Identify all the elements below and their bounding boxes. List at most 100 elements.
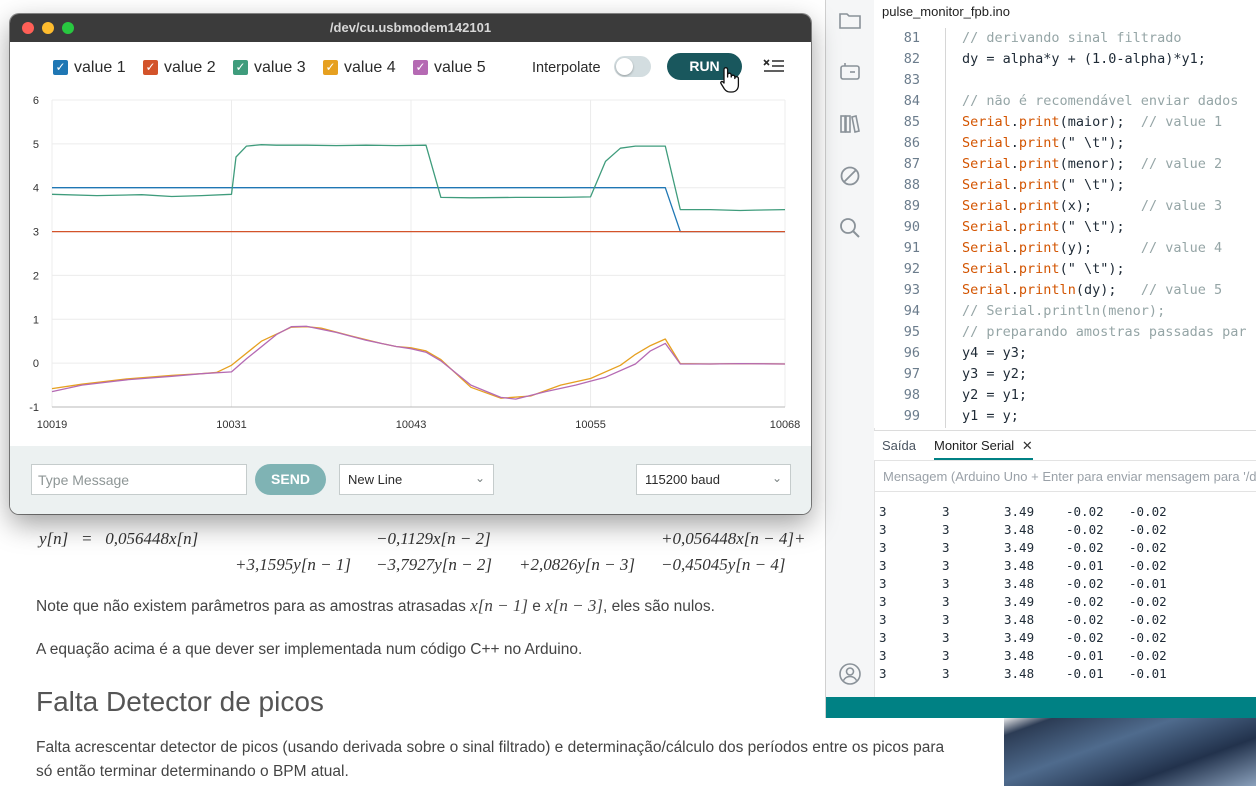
code-line[interactable]: 96 y4 = y3; xyxy=(874,343,1256,364)
code-token: (dy); xyxy=(1075,282,1141,298)
code-line[interactable]: 90 Serial.print(" \t"); xyxy=(874,217,1256,238)
code-token: Serial xyxy=(962,135,1011,151)
line-number: 97 xyxy=(903,366,920,382)
serial-value: 3 xyxy=(942,666,950,681)
tab-serial-monitor[interactable]: Monitor Serial ✕ xyxy=(934,438,1033,460)
equation-line-1-mid: −0,1129x[n − 2] xyxy=(376,529,491,548)
code-token: // preparando amostras passadas par xyxy=(962,324,1247,340)
search-icon[interactable] xyxy=(838,216,862,240)
code-token: (x); xyxy=(1059,198,1141,214)
code-line[interactable]: 82 dy = alpha*y + (1.0-alpha)*y1; xyxy=(874,49,1256,70)
serial-value: 3 xyxy=(879,504,887,519)
code-line[interactable]: 99 y1 = y; xyxy=(874,406,1256,427)
code-token: Serial xyxy=(962,240,1011,256)
note-text-c: , eles são nulos. xyxy=(602,598,715,615)
serial-value: 3 xyxy=(879,594,887,609)
interpolate-toggle[interactable] xyxy=(614,56,651,77)
checkbox-value-3[interactable]: ✓ xyxy=(233,60,248,75)
account-icon[interactable] xyxy=(838,662,862,686)
code-token: print xyxy=(1018,156,1060,172)
code-token: println xyxy=(1018,282,1076,298)
serial-value: 3 xyxy=(942,648,950,663)
serial-value: 3 xyxy=(879,558,887,573)
code-line[interactable]: 83 xyxy=(874,70,1256,91)
serial-value: 3.48 xyxy=(1004,576,1035,591)
serial-value: 3 xyxy=(879,648,887,663)
code-line[interactable]: 97 y3 = y2; xyxy=(874,364,1256,385)
code-token: print xyxy=(1018,198,1060,214)
code-token: print xyxy=(1018,240,1060,256)
equation-line-2-d: −0,45045y[n − 4] xyxy=(661,555,786,574)
code-token: . xyxy=(1010,240,1019,256)
code-token: . xyxy=(1010,135,1019,151)
code-line[interactable]: 84 // não é recomendável enviar dados xyxy=(874,91,1256,112)
file-tab[interactable]: pulse_monitor_fpb.ino xyxy=(874,0,1034,28)
code-line[interactable]: 88 Serial.print(" \t"); xyxy=(874,175,1256,196)
code-line[interactable]: 89 Serial.print(x); // value 3 xyxy=(874,196,1256,217)
serial-value: 3.48 xyxy=(1004,666,1035,681)
code-line[interactable]: 95 // preparando amostras passadas par xyxy=(874,322,1256,343)
line-number: 94 xyxy=(903,303,920,319)
line-number: 91 xyxy=(903,240,920,256)
code-line[interactable]: 92 Serial.print(" \t"); xyxy=(874,259,1256,280)
folder-icon[interactable] xyxy=(838,8,862,32)
serial-message-input[interactable]: Mensagem (Arduino Uno + Enter para envia… xyxy=(874,460,1256,492)
clear-list-icon[interactable] xyxy=(763,56,785,76)
y-tick-label: -1 xyxy=(29,402,39,414)
serial-value: -0.02 xyxy=(1129,558,1167,573)
board-icon[interactable] xyxy=(838,60,862,84)
code-token: print xyxy=(1018,177,1060,193)
code-line[interactable]: 93 Serial.println(dy); // value 5 xyxy=(874,280,1256,301)
code-line[interactable]: 85 Serial.print(maior); // value 1 xyxy=(874,112,1256,133)
line-number: 98 xyxy=(903,387,920,403)
y-tick-label: 6 xyxy=(33,95,39,107)
checkbox-value-2[interactable]: ✓ xyxy=(143,60,158,75)
code-line[interactable]: 81 // derivando sinal filtrado xyxy=(874,28,1256,49)
section-heading: Falta Detector de picos xyxy=(36,686,324,717)
send-button[interactable]: SEND xyxy=(255,464,326,495)
code-token: (y); xyxy=(1059,240,1141,256)
serial-value: -0.01 xyxy=(1066,648,1104,663)
serial-value: 3 xyxy=(879,522,887,537)
arduino-ide-window: pulse_monitor_fpb.ino 81 // derivando sin… xyxy=(825,0,1256,718)
close-icon[interactable]: ✕ xyxy=(1022,438,1033,453)
toggle-knob xyxy=(616,58,633,75)
checkbox-value-5[interactable]: ✓ xyxy=(413,60,428,75)
status-bar xyxy=(826,697,1256,718)
code-line[interactable]: 91 Serial.print(y); // value 4 xyxy=(874,238,1256,259)
series-line-value-4 xyxy=(51,326,786,399)
x-tick-label: 10031 xyxy=(216,419,247,431)
title-bar[interactable]: /dev/cu.usbmodem142101 xyxy=(10,14,811,42)
code-token: y3 = y2; xyxy=(962,366,1028,382)
tab-serial-monitor-label: Monitor Serial xyxy=(934,438,1015,453)
equation-line-2-c: +2,0826y[n − 3] xyxy=(519,555,635,574)
code-token: // value 2 xyxy=(1140,156,1223,172)
line-chart: 6 5 4 3 2 1 0 -1 10019 10031 10043 10055 10068 xyxy=(29,95,800,431)
code-line[interactable]: 94 // Serial.println(menor); xyxy=(874,301,1256,322)
interpolate-label: Interpolate xyxy=(532,60,601,76)
library-icon[interactable] xyxy=(838,112,862,136)
checkbox-value-1[interactable]: ✓ xyxy=(53,60,68,75)
checkbox-value-4[interactable]: ✓ xyxy=(323,60,338,75)
code-token: // value 4 xyxy=(1140,240,1223,256)
code-token: // value 5 xyxy=(1140,282,1223,298)
serial-value: -0.02 xyxy=(1129,540,1167,555)
line-ending-select[interactable]: New Line ⌄ xyxy=(339,464,494,495)
tab-output[interactable]: Saída xyxy=(882,438,916,453)
baud-rate-select[interactable]: 115200 baud ⌄ xyxy=(636,464,791,495)
code-token: // derivando sinal filtrado xyxy=(962,30,1182,46)
code-editor[interactable]: 81 // derivando sinal filtrado 82 dy = alph… xyxy=(874,28,1256,428)
note-math-x3: x[n − 3] xyxy=(545,596,603,615)
x-tick-label: 10055 xyxy=(575,419,606,431)
code-line[interactable]: 98 y2 = y1; xyxy=(874,385,1256,406)
code-line[interactable]: 87 Serial.print(menor); // value 2 xyxy=(874,154,1256,175)
serial-value: 3 xyxy=(879,576,887,591)
code-line[interactable]: 86 Serial.print(" \t"); xyxy=(874,133,1256,154)
line-number: 84 xyxy=(903,93,920,109)
y-tick-label: 3 xyxy=(33,227,39,239)
output-tabs: Saída Monitor Serial ✕ xyxy=(874,430,1256,461)
message-input[interactable]: Type Message xyxy=(31,464,247,495)
y-tick-label: 5 xyxy=(33,139,39,151)
debug-icon[interactable] xyxy=(838,164,862,188)
line-number: 82 xyxy=(903,51,920,67)
